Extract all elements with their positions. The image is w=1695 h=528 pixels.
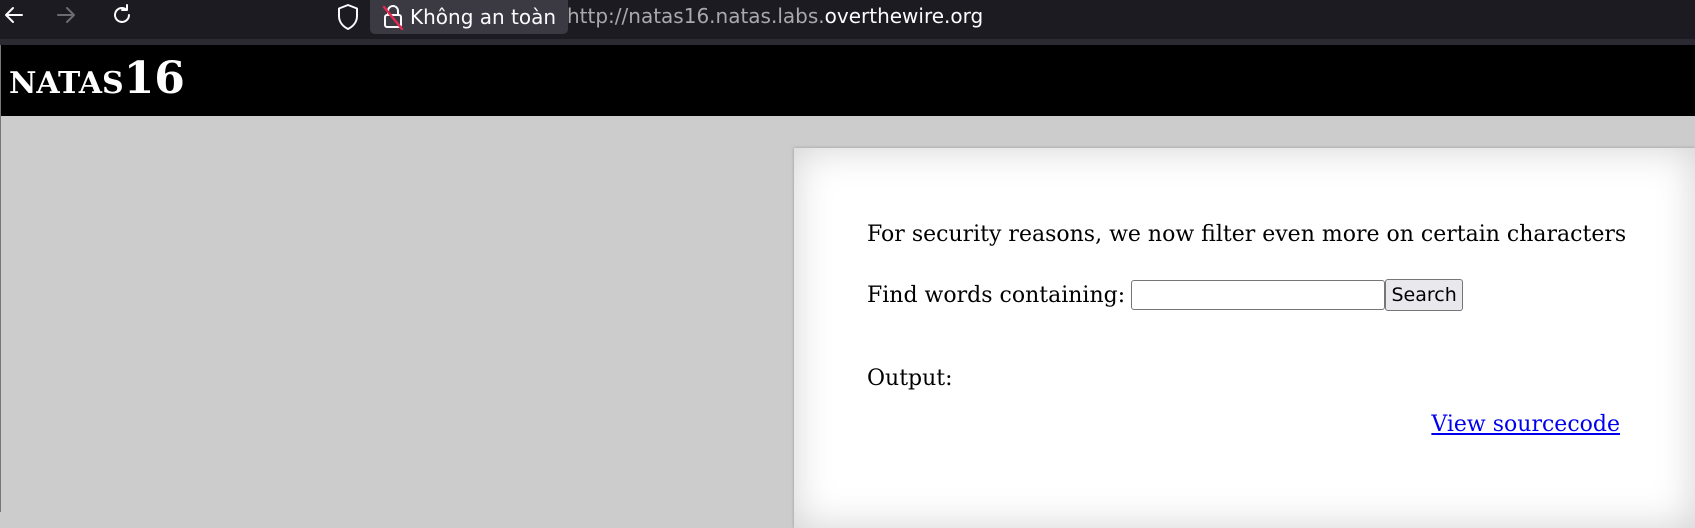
tracking-protection-button[interactable] [335,2,361,36]
search-input[interactable] [1131,280,1386,310]
page-title-text: NATAS [9,66,124,101]
site-info-label: Không an toàn [410,5,557,29]
page-title: NATAS16 [9,57,185,101]
forward-button[interactable] [52,0,80,30]
forward-arrow-icon [57,7,75,23]
page-border [0,45,1,512]
view-sourcecode-link[interactable]: View sourcecode [1431,412,1620,437]
url-domain: overthewire.org [824,4,984,28]
intro-text: For security reasons, we now filter even… [867,222,1627,247]
reload-icon [114,4,130,23]
search-label: Find words containing: [867,282,1126,308]
search-button[interactable]: Search [1385,279,1464,311]
output-label: Output: [867,366,953,391]
page-title-number: 16 [123,53,185,104]
reload-button[interactable] [108,0,136,30]
browser-toolbar: Không an toàn http://natas16.natas.labs.… [0,0,1695,39]
url-prefix: http://natas16.natas.labs. [567,4,825,28]
content-panel: For security reasons, we now filter even… [794,148,1695,528]
shield-icon [338,4,358,30]
page-header: NATAS16 [0,45,1695,116]
back-arrow-icon [5,7,23,23]
insecure-lock-icon [382,5,404,30]
site-info-button[interactable]: Không an toàn [370,0,569,34]
back-button[interactable] [0,0,28,30]
url-text[interactable]: http://natas16.natas.labs.overthewire.or… [567,4,983,28]
search-form: Find words containing: Search [867,279,1464,311]
